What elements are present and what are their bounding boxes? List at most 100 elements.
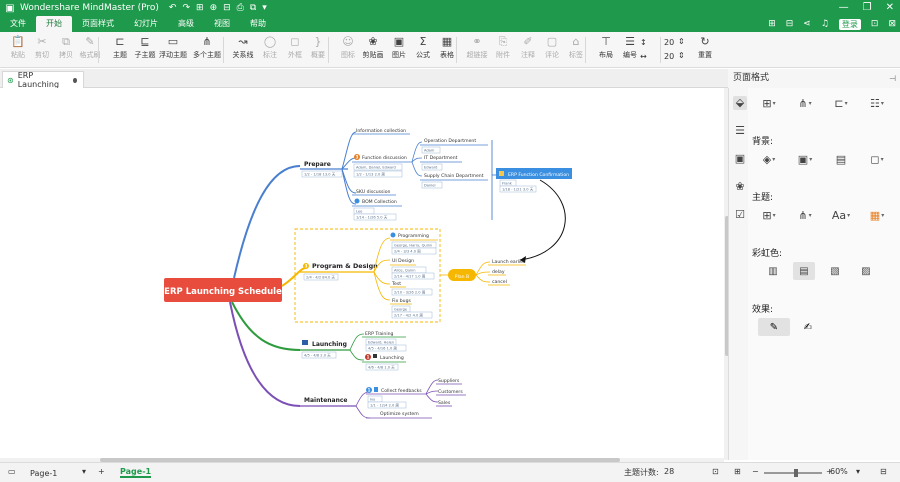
print-icon[interactable]: ⎙ bbox=[237, 3, 244, 13]
mindmap-canvas[interactable]: ERP Launching Schedule Prepare 1/2 - 1/18 … bbox=[0, 88, 724, 460]
plan-b-label: Plan B bbox=[455, 274, 469, 280]
fill-color-icon[interactable]: ◈ ▾ bbox=[756, 150, 782, 168]
confirmation-meta: 1/18 - 1/21 3.0 天 bbox=[502, 188, 534, 192]
multiple-topics-button[interactable]: ⋔ 多个主题 bbox=[192, 34, 222, 66]
paste-icon: 📋 bbox=[11, 35, 25, 48]
open-icon[interactable]: ⊕ bbox=[210, 3, 218, 13]
rainbow-branch-icon[interactable]: ▤ bbox=[793, 262, 815, 280]
zoom-out-icon[interactable]: − bbox=[752, 467, 759, 476]
page-format-panel: ⊞ ▾ ⋔ ▾ ⊏ ▾ ☷ ▾ 背景: ◈ ▾ ▣ ▾ ▤ ◻ ▾ 主题: ⊞ ▾ ⋔ ▾ Aa ▾… bbox=[748, 88, 900, 460]
watermark-icon[interactable]: ▤ bbox=[828, 150, 854, 168]
customize-dropdown-icon[interactable]: ▾ bbox=[262, 3, 267, 13]
central-topic-label: ERP Launching Schedule bbox=[164, 287, 282, 297]
connector-icon[interactable]: ⊏ ▾ bbox=[828, 94, 854, 112]
list-numbering-icon[interactable]: ☷ ▾ bbox=[864, 94, 890, 112]
settings-icon[interactable]: ⊠ bbox=[888, 19, 896, 29]
rainbow-level-icon[interactable]: ▧ bbox=[824, 262, 846, 280]
cart-icon[interactable]: ⊡ bbox=[871, 19, 879, 29]
training-owner: Edward, Helen bbox=[368, 341, 394, 345]
background-image-icon[interactable]: ▣ ▾ bbox=[792, 150, 818, 168]
structure-icon[interactable]: ⊞ ▾ bbox=[756, 94, 782, 112]
zoom-level[interactable]: 60% bbox=[830, 467, 848, 476]
menu-page-style[interactable]: 页面样式 bbox=[72, 16, 124, 32]
zoom-dropdown-icon[interactable]: ▾ bbox=[856, 467, 860, 476]
theme-tree-icon[interactable]: ⋔ ▾ bbox=[792, 206, 818, 224]
effect-handdrawn-icon[interactable]: ✍ bbox=[792, 318, 824, 336]
status-bar: ▭ Page-1 ▾ + Page-1 主题计数: 28 ⊡ ⊞ − + 60%… bbox=[0, 462, 900, 482]
menu-home[interactable]: 开始 bbox=[36, 16, 72, 32]
relationship-button[interactable]: ↝ 关系线 bbox=[228, 34, 258, 66]
theme-font-button[interactable]: Aa ▾ bbox=[828, 206, 854, 224]
page-tab-page-1[interactable]: Page-1 bbox=[120, 467, 152, 478]
page-panel-toggle-icon[interactable]: ▭ bbox=[8, 467, 16, 476]
relationship-icon: ↝ bbox=[238, 35, 248, 48]
login-button[interactable]: 登录 bbox=[838, 18, 861, 30]
menu-advanced[interactable]: 高级 bbox=[168, 16, 204, 32]
table-button[interactable]: ▦ 表格 bbox=[432, 34, 462, 66]
title-bar: ▣ Wondershare MindMaster (Pro) ↶ ↷ ⊞ ⊕ ⊟… bbox=[0, 0, 900, 16]
menu-help[interactable]: 帮助 bbox=[240, 16, 276, 32]
tree-layout-icon[interactable]: ⋔ ▾ bbox=[792, 94, 818, 112]
toolbar-label: 标注 bbox=[263, 51, 277, 59]
collect-note-icon bbox=[374, 387, 378, 392]
template-icon[interactable]: ⊟ bbox=[786, 19, 794, 29]
page-format-icon[interactable]: ⬙ bbox=[733, 96, 747, 110]
spacing-stepper-icon[interactable]: ⇕ bbox=[678, 51, 685, 60]
subtopic-button[interactable]: ⊑ 子主题 bbox=[130, 34, 160, 66]
tab-erp-launching[interactable]: ⊛ ERP Launching bbox=[2, 71, 84, 89]
zoom-slider[interactable] bbox=[764, 469, 822, 477]
outline-icon[interactable]: ☰ bbox=[733, 124, 747, 138]
layout-row: ⊞ ▾ ⋔ ▾ ⊏ ▾ ☷ ▾ bbox=[756, 94, 900, 112]
rainbow-single-icon[interactable]: ▨ bbox=[855, 262, 877, 280]
ui-owner: Alice, Quinn bbox=[394, 269, 416, 273]
menu-file[interactable]: 文件 bbox=[0, 16, 36, 32]
add-page-icon[interactable]: + bbox=[98, 467, 105, 476]
fullscreen-icon[interactable]: ⊞ bbox=[734, 467, 741, 476]
background-row: ◈ ▾ ▣ ▾ ▤ ◻ ▾ bbox=[756, 150, 900, 168]
save-icon[interactable]: ⊟ bbox=[223, 3, 231, 13]
ribbon-toolbar: 📋 粘贴 ✂ 剪切 ⧉ 拷贝 ✎ 格式刷 ⊏ 主题 ⊑ 子主题 ▭ 浮动主题 ⋔ 多个主题 ↝ 关系线 ◯ 标注 ◻ 外框… bbox=[0, 32, 900, 68]
confirmation-note-icon bbox=[499, 171, 504, 176]
clipart-panel-icon[interactable]: ❀ bbox=[733, 180, 747, 194]
slide-icon[interactable]: ▣ bbox=[733, 152, 747, 166]
toolbar-separator bbox=[456, 37, 457, 63]
export-icon[interactable]: ⧉ bbox=[250, 3, 256, 13]
task-icon[interactable]: ☑ bbox=[733, 208, 747, 222]
new-icon[interactable]: ⊞ bbox=[196, 3, 204, 13]
maximize-button[interactable]: ❐ bbox=[863, 0, 872, 16]
fit-page-icon[interactable]: ⊡ bbox=[712, 467, 719, 476]
share-icon[interactable]: ⋖ bbox=[803, 19, 811, 29]
notification-icon[interactable]: ♫ bbox=[821, 19, 829, 29]
close-button[interactable]: ✕ bbox=[886, 0, 894, 16]
page-select[interactable]: Page-1 bbox=[26, 466, 88, 479]
menu-view[interactable]: 视图 bbox=[204, 16, 240, 32]
pin-icon[interactable]: ⊣ bbox=[889, 69, 896, 88]
redo-icon[interactable]: ↷ bbox=[182, 3, 190, 13]
publish-icon[interactable]: ⊞ bbox=[768, 19, 776, 29]
fit-screen-icon[interactable]: ⊟ bbox=[880, 467, 887, 476]
toolbar-separator bbox=[223, 37, 224, 63]
menu-slideshow[interactable]: 幻灯片 bbox=[124, 16, 168, 32]
minimize-button[interactable]: — bbox=[839, 0, 849, 16]
format-painter-button[interactable]: ✎ 格式刷 bbox=[75, 34, 105, 66]
toolbar-label: 关系线 bbox=[232, 51, 254, 59]
theme-grid-icon[interactable]: ⊞ ▾ bbox=[756, 206, 782, 224]
horizontal-spacing-input[interactable]: 20 bbox=[664, 52, 674, 61]
toolbar-label: 主题 bbox=[113, 51, 127, 59]
zoom-slider-knob[interactable] bbox=[794, 469, 798, 477]
table-icon: ▦ bbox=[441, 35, 453, 48]
effect-pen-icon[interactable]: ✎ bbox=[758, 318, 790, 336]
toolbar-label: 公式 bbox=[416, 51, 430, 59]
theme-color-icon[interactable]: ▦ ▾ bbox=[864, 206, 890, 224]
toolbar-label: 浮动主题 bbox=[159, 51, 187, 59]
undo-icon[interactable]: ↶ bbox=[169, 3, 177, 13]
reset-button[interactable]: ↻ 重置 bbox=[690, 34, 720, 66]
node-suppliers: Suppliers bbox=[438, 378, 460, 384]
vertical-spacing-input[interactable]: 20 bbox=[664, 38, 674, 47]
page-select-dropdown-icon[interactable]: ▾ bbox=[82, 467, 86, 476]
rainbow-none-icon[interactable]: ▥ bbox=[762, 262, 784, 280]
floating-topic-button[interactable]: ▭ 浮动主题 bbox=[158, 34, 188, 66]
tag-button[interactable]: ⌂ 标签 bbox=[561, 34, 591, 66]
text-box-icon[interactable]: ◻ ▾ bbox=[864, 150, 890, 168]
spacing-stepper-icon[interactable]: ⇕ bbox=[678, 37, 685, 46]
